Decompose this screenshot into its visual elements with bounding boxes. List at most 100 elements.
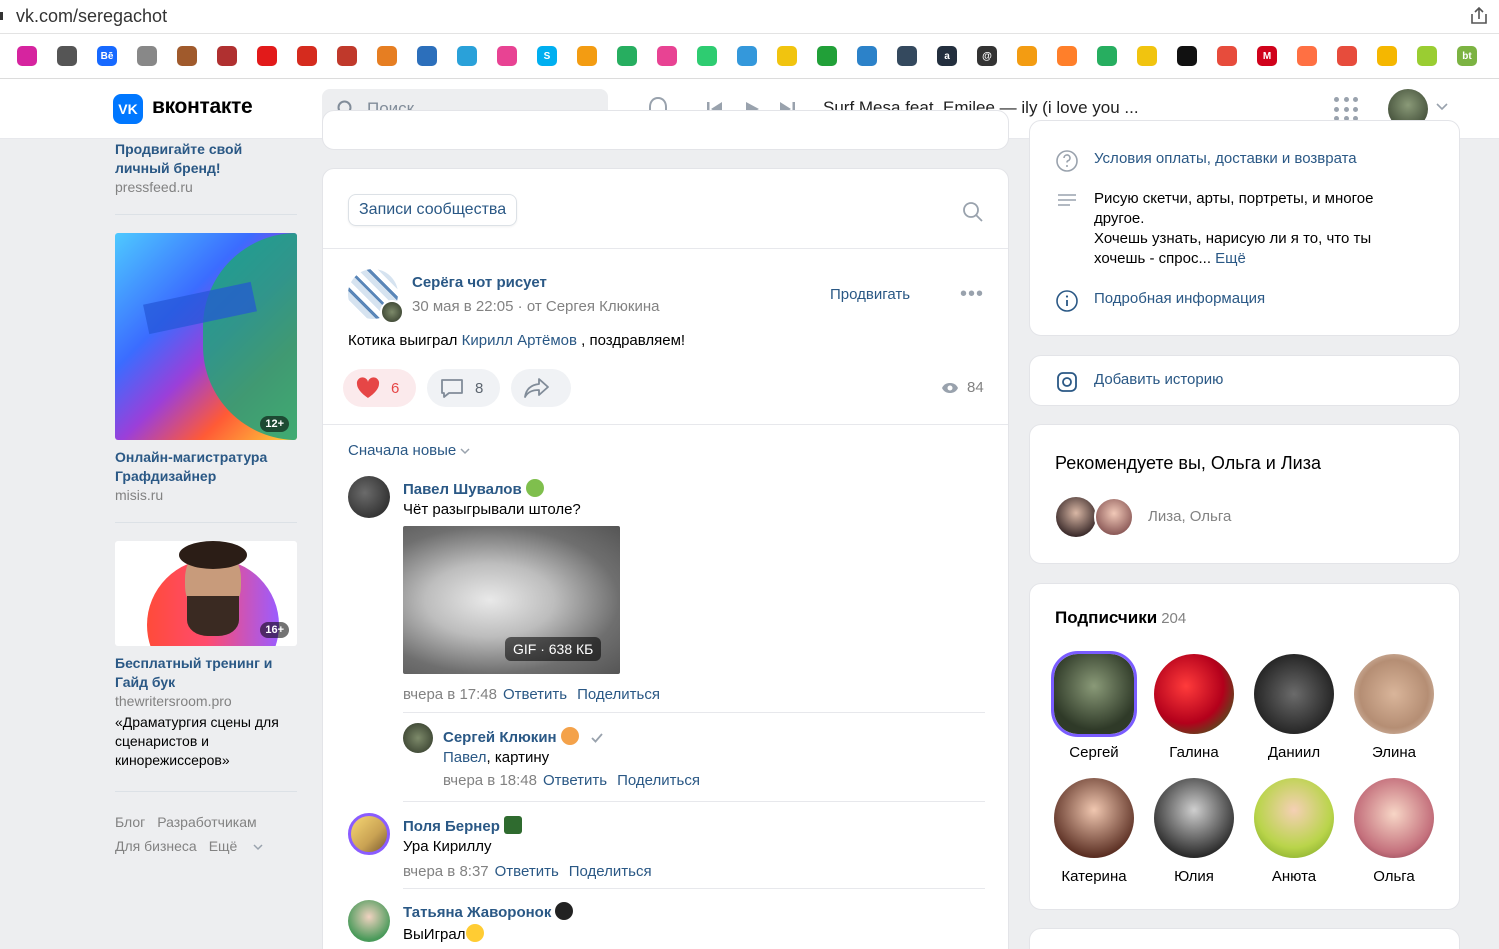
signer-avatar[interactable] [380,300,404,324]
recommend-names[interactable]: Лиза, Ольга [1148,508,1231,525]
subscriber-item[interactable]: Элина [1344,654,1444,761]
services-grid-icon[interactable] [1334,97,1358,121]
vk-logo-icon[interactable]: VK [113,94,143,124]
comment-time[interactable]: вчера в 18:48 [443,772,537,789]
app-icon[interactable] [1177,46,1197,66]
sber-icon[interactable] [817,46,837,66]
post-signer[interactable]: от Сергея Клюкина [527,298,660,315]
app-icon[interactable] [857,46,877,66]
app-icon[interactable] [1337,46,1357,66]
app-icon[interactable] [1297,46,1317,66]
app-icon[interactable] [617,46,637,66]
like-button[interactable]: 6 [343,369,416,407]
share-comment-button[interactable]: Поделиться [577,686,660,703]
subscriber-item[interactable]: Анюта [1244,778,1344,885]
reply-button[interactable]: Ответить [503,686,567,703]
search-icon[interactable] [962,201,984,223]
share-comment-button[interactable]: Поделиться [569,863,652,880]
ad-image[interactable]: 16+ [115,541,297,646]
at-icon[interactable]: @ [977,46,997,66]
app-icon[interactable] [777,46,797,66]
app-icon[interactable] [497,46,517,66]
comment-time[interactable]: вчера в 17:48 [403,686,497,703]
metro-icon[interactable]: M [1257,46,1277,66]
app-icon[interactable] [1017,46,1037,66]
comment-author[interactable]: Павел Шувалов [403,479,544,498]
commenter-avatar[interactable] [403,723,433,753]
post-date[interactable]: 30 мая в 22:05 [412,298,513,315]
mark-icon[interactable] [137,46,157,66]
footer-link-blog[interactable]: Блог [115,814,145,830]
app-icon[interactable] [737,46,757,66]
commenter-avatar[interactable] [348,900,390,942]
ad-pressfeed[interactable]: Продвигайте свой личный бренд! pressfeed… [115,140,297,197]
flag-icon[interactable] [297,46,317,66]
reply-mention-link[interactable]: Павел [443,749,487,766]
subscriber-item[interactable]: Сергей [1044,651,1144,761]
post-author[interactable]: Серёга чот рисует [412,274,547,291]
comment-button[interactable]: 8 [427,369,500,407]
url-text[interactable]: vk.com/seregachot [16,6,167,27]
promote-button[interactable]: Продвигать [830,286,910,303]
comment-time[interactable]: вчера в 8:37 [403,863,489,880]
ad-title[interactable]: Онлайн-магистратура Графдизайнер [115,448,297,486]
sort-dropdown[interactable]: Сначала новые [348,442,470,459]
share-comment-button[interactable]: Поделиться [617,772,700,789]
share-button[interactable] [511,369,571,407]
info-terms-row[interactable]: Условия оплаты, доставки и возврата [1055,149,1357,173]
app-icon[interactable] [657,46,677,66]
app-icon[interactable] [1137,46,1157,66]
comment-author[interactable]: Поля Бернер [403,816,522,835]
mark-icon[interactable] [177,46,197,66]
gif-attachment[interactable]: GIF · 638 КБ [403,526,620,674]
emblem-icon[interactable] [337,46,357,66]
subscriber-item[interactable]: Ольга [1344,778,1444,885]
subscriber-item[interactable]: Катерина [1044,778,1144,885]
app-icon[interactable]: bt [1457,46,1477,66]
share-page-icon[interactable] [1469,6,1489,26]
comment-author[interactable]: Сергей Клюкин [443,727,603,746]
app-icon[interactable] [457,46,477,66]
tab-community-posts[interactable]: Записи сообщества [348,194,518,226]
app-icon[interactable] [1377,46,1397,66]
add-story-row[interactable]: Добавить историю [1055,370,1223,394]
ad-misis[interactable]: 12+ Онлайн-магистратура Графдизайнер mis… [115,233,297,505]
ad-title[interactable]: Бесплатный тренинг и Гайд бук [115,654,297,692]
subscriber-item[interactable]: Даниил [1244,654,1344,761]
terms-link[interactable]: Условия оплаты, доставки и возврата [1094,149,1357,173]
app-icon[interactable] [697,46,717,66]
info-details-row[interactable]: Подробная информация [1055,289,1265,313]
friend-avatar[interactable] [1056,497,1096,537]
app-icon[interactable] [1417,46,1437,66]
behance-icon[interactable]: Bē [97,46,117,66]
show-more-link[interactable]: Ещё [1215,250,1246,267]
vk-wordmark[interactable]: вконтакте [152,95,253,119]
add-story-link[interactable]: Добавить историю [1094,370,1223,394]
mention-link[interactable]: Кирилл Артёмов [462,332,577,349]
footer-link-business[interactable]: Для бизнеса [115,838,197,854]
app-icon[interactable] [897,46,917,66]
rzd-icon[interactable] [257,46,277,66]
app-icon[interactable] [1217,46,1237,66]
browser-url-bar[interactable]: vk.com/seregachot [0,0,1499,34]
details-link[interactable]: Подробная информация [1094,289,1265,313]
ad-title[interactable]: Продвигайте свой личный бренд! [115,140,297,178]
commenter-avatar[interactable] [348,813,390,855]
instagram-icon[interactable] [17,46,37,66]
app-icon[interactable] [577,46,597,66]
globe-icon[interactable] [57,46,77,66]
footer-link-more[interactable]: Ещё [209,838,264,854]
emblem-icon[interactable] [217,46,237,66]
emblem-icon[interactable] [417,46,437,66]
subscriber-item[interactable]: Галина [1144,654,1244,761]
chevron-down-icon[interactable] [1436,103,1448,111]
footer-link-developers[interactable]: Разработчикам [157,814,256,830]
subscriber-item[interactable]: Юлия [1144,778,1244,885]
amazon-icon[interactable]: a [937,46,957,66]
app-icon[interactable] [1097,46,1117,66]
subscribers-title[interactable]: Подписчики 204 [1055,608,1186,628]
friend-avatar[interactable] [1094,497,1134,537]
add-story-card[interactable]: Добавить историю [1029,355,1460,406]
ad-writersroom[interactable]: 16+ Бесплатный тренинг и Гайд бук thewri… [115,541,297,770]
ad-image[interactable]: 12+ [115,233,297,440]
